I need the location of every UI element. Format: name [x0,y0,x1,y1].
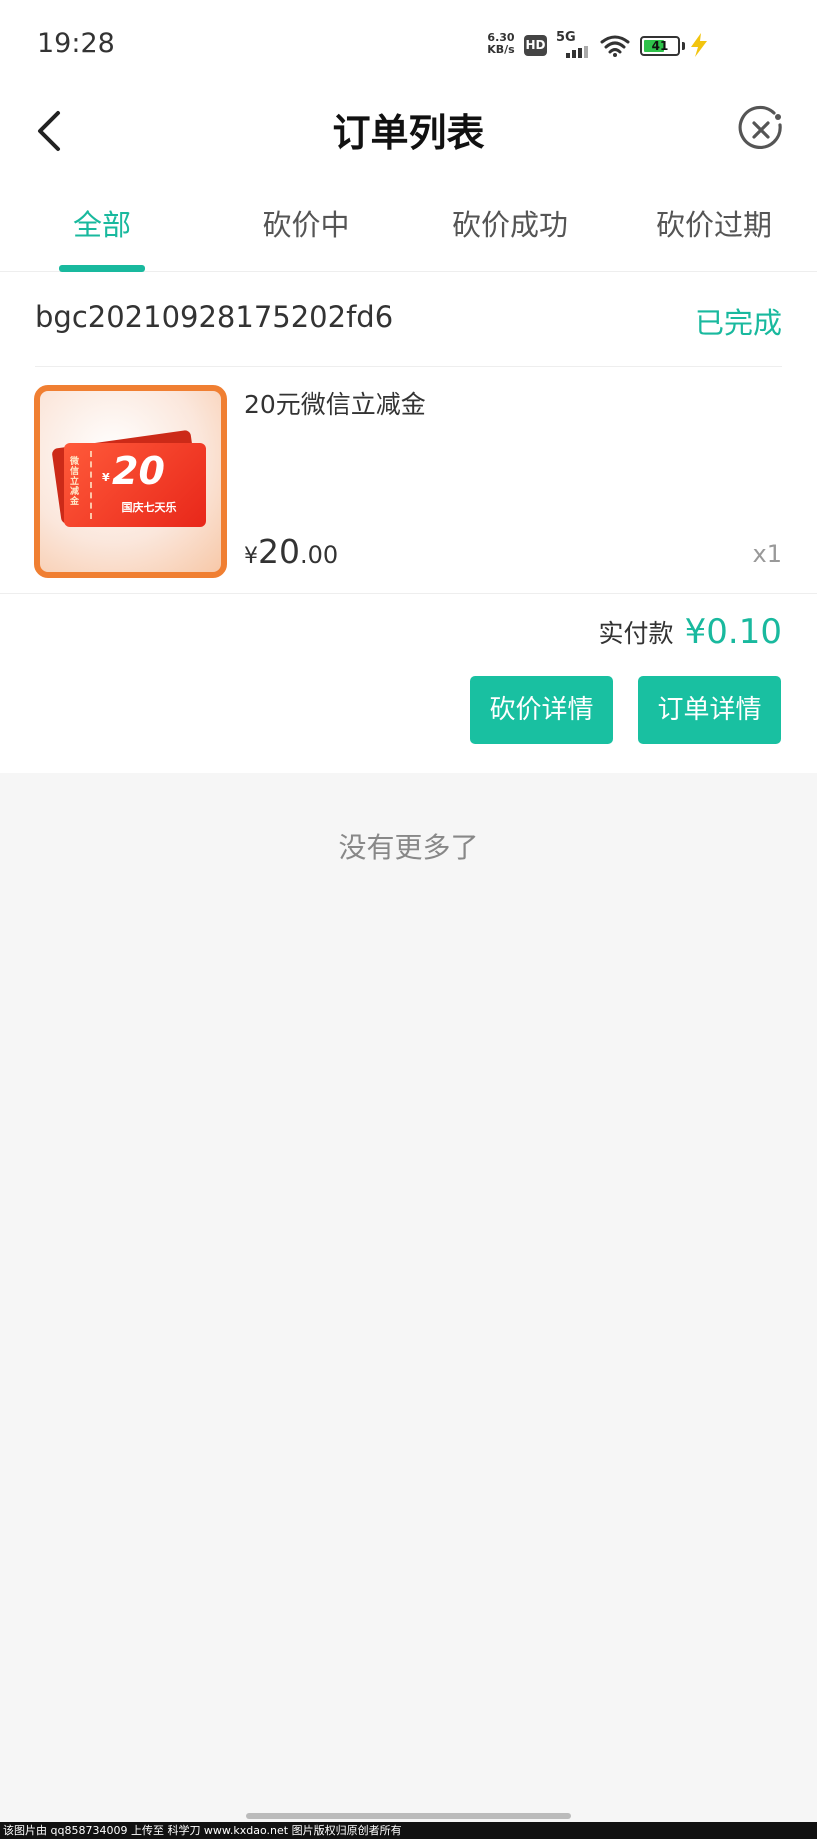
product-name[interactable]: 20元微信立减金 [244,385,426,421]
tab-bargaining[interactable]: 砍价中 [204,202,408,244]
watermark: 该图片由 qq858734009 上传至 科学刀 www.kxdao.net 图… [0,1822,817,1839]
home-indicator[interactable] [246,1813,571,1819]
product-price: ¥20.00 [244,532,338,571]
order-details-button[interactable]: 订单详情 [638,676,781,744]
wifi-icon [600,35,630,57]
coupon-currency: ¥ [102,471,110,484]
paid-label: 实付款 [598,619,674,648]
tab-all[interactable]: 全部 [0,202,204,244]
paid-amount: ¥0.10 [684,612,782,652]
net-speed: 6.30 KB/s [486,32,516,56]
divider [35,366,782,367]
net-speed-unit: KB/s [487,43,515,56]
charging-icon [691,33,707,57]
close-circle-icon[interactable] [736,105,786,155]
order-status: 已完成 [694,306,782,340]
active-tab-indicator [59,265,145,272]
product-quantity: x1 [752,540,782,568]
battery-level: 41 [651,39,669,53]
hd-badge: HD [524,35,547,56]
price-integer: 20 [258,532,300,571]
price-currency: ¥ [244,544,258,569]
tab-bargain-success[interactable]: 砍价成功 [408,202,612,244]
coupon-image: 微信立减金 ¥ 20 国庆七天乐 [64,443,206,527]
coupon-amount: 20 [112,449,165,493]
order-id: bgc20210928175202fd6 [35,300,394,334]
tab-bar: 全部 砍价中 砍价成功 砍价过期 [0,182,817,272]
product-thumbnail[interactable]: 微信立减金 ¥ 20 国庆七天乐 [34,385,227,578]
divider [0,593,817,594]
network-type: 5G [556,30,576,45]
coupon-side-text: 微信立减金 [70,457,80,507]
price-decimal: .00 [300,541,339,569]
status-time: 19:28 [37,28,115,59]
tab-bargain-expired[interactable]: 砍价过期 [612,202,816,244]
coupon-caption: 国庆七天乐 [121,501,177,514]
bargain-details-button[interactable]: 砍价详情 [470,676,613,744]
no-more-text: 没有更多了 [338,831,479,864]
nav-bar: 订单列表 [0,92,817,182]
battery-icon: 41 [640,36,680,56]
battery-tip [682,42,685,50]
paid-row: 实付款 ¥0.10 [599,612,782,652]
status-bar: 19:28 6.30 KB/s HD 5G 41 [0,0,817,92]
signal-icon [566,46,590,58]
coupon-divider [90,451,92,519]
page-title: 订单列表 [332,111,485,155]
